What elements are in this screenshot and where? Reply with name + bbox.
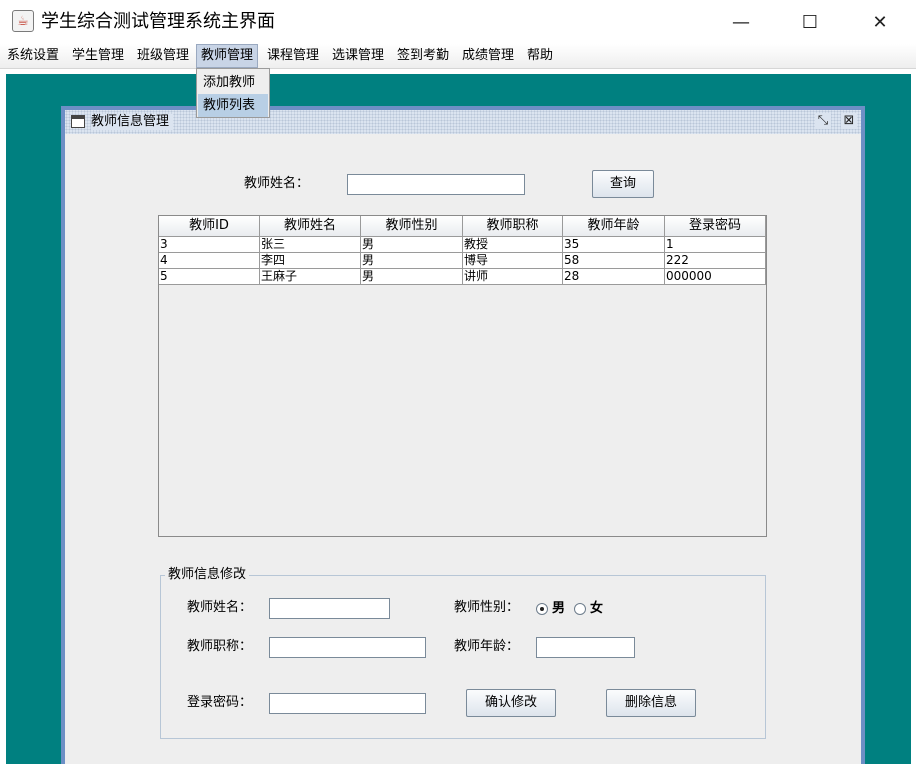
maximize-icon: ☐ [801, 11, 819, 33]
menu-grades[interactable]: 成绩管理 [458, 44, 518, 68]
menu-add-teacher[interactable]: 添加教师 [198, 71, 268, 94]
minimize-icon: — [732, 11, 750, 33]
menu-student-management[interactable]: 学生管理 [68, 44, 128, 68]
edit-name-label: 教师姓名： [187, 600, 253, 615]
edit-title-input[interactable] [269, 637, 426, 658]
frame-content: 教师姓名： 查询 教师ID 教师姓名 教师性别 教师职称 教师年龄 登录密码 3… [65, 134, 861, 764]
table-row[interactable]: 3 张三 男 教授 35 1 [159, 237, 766, 253]
table-cell[interactable]: 58 [563, 253, 665, 269]
teacher-info-frame: 教师信息管理 ⤡ ⊠ 教师姓名： 查询 教师ID 教师姓名 教师性别 教师职称 … [61, 106, 865, 764]
search-name-input[interactable] [347, 174, 525, 195]
table-cell[interactable]: 男 [361, 237, 463, 253]
column-header[interactable]: 教师姓名 [260, 216, 361, 237]
menu-teacher-management[interactable]: 教师管理 [196, 44, 259, 68]
frame-window-icon [71, 115, 85, 128]
window-title: 学生综合测试管理系统主界面 [41, 11, 275, 32]
minimize-button[interactable]: — [718, 0, 764, 44]
group-title: 教师信息修改 [165, 567, 250, 583]
menu-bar: 系统设置 学生管理 班级管理 教师管理 课程管理 选课管理 签到考勤 成绩管理 … [0, 44, 916, 69]
restore-icon: ⤡ [817, 113, 829, 128]
menu-help[interactable]: 帮助 [523, 44, 557, 68]
table-cell[interactable]: 张三 [260, 237, 361, 253]
frame-close-button[interactable]: ⊠ [841, 113, 857, 129]
menu-teacher-list[interactable]: 教师列表 [198, 94, 268, 117]
gender-male-radio[interactable] [536, 603, 548, 615]
edit-password-input[interactable] [269, 693, 426, 714]
table-cell[interactable]: 3 [159, 237, 260, 253]
table-cell[interactable]: 28 [563, 269, 665, 285]
table-cell[interactable]: 000000 [665, 269, 766, 285]
table-cell[interactable]: 李四 [260, 253, 361, 269]
edit-age-input[interactable] [536, 637, 635, 658]
gender-male-label[interactable]: 男 [552, 600, 565, 618]
menu-system-settings[interactable]: 系统设置 [3, 44, 63, 68]
edit-password-label: 登录密码： [187, 695, 253, 710]
table-row[interactable]: 5 王麻子 男 讲师 28 000000 [159, 269, 766, 285]
table-cell[interactable]: 讲师 [463, 269, 563, 285]
table-cell[interactable]: 1 [665, 237, 766, 253]
edit-name-input[interactable] [269, 598, 390, 619]
close-icon: ✕ [872, 11, 888, 33]
table-cell[interactable]: 男 [361, 269, 463, 285]
menu-attendance[interactable]: 签到考勤 [393, 44, 453, 68]
java-cup-icon: ☕ [12, 10, 34, 32]
search-button[interactable]: 查询 [592, 170, 654, 198]
table-row[interactable]: 4 李四 男 博导 58 222 [159, 253, 766, 269]
teacher-table[interactable]: 教师ID 教师姓名 教师性别 教师职称 教师年龄 登录密码 3 张三 男 教授 … [158, 215, 767, 537]
search-name-label: 教师姓名： [244, 176, 310, 191]
table-cell[interactable]: 博导 [463, 253, 563, 269]
menu-course-selection[interactable]: 选课管理 [328, 44, 388, 68]
gender-female-label[interactable]: 女 [590, 600, 603, 618]
frame-restore-button[interactable]: ⤡ [815, 113, 831, 129]
column-header[interactable]: 教师职称 [463, 216, 563, 237]
edit-gender-label: 教师性别： [454, 600, 520, 615]
column-header[interactable]: 登录密码 [665, 216, 766, 237]
teacher-edit-group: 教师信息修改 教师姓名： 教师性别： 男 女 教师职称： 教师年龄： 登录密码：… [160, 567, 766, 739]
menu-class-management[interactable]: 班级管理 [133, 44, 193, 68]
table-cell[interactable]: 男 [361, 253, 463, 269]
close-icon: ⊠ [843, 113, 855, 128]
delete-info-button[interactable]: 删除信息 [606, 689, 696, 717]
column-header[interactable]: 教师性别 [361, 216, 463, 237]
gender-female-radio[interactable] [574, 603, 586, 615]
table-header: 教师ID 教师姓名 教师性别 教师职称 教师年龄 登录密码 [159, 216, 766, 237]
table-cell[interactable]: 5 [159, 269, 260, 285]
table-cell[interactable]: 222 [665, 253, 766, 269]
edit-title-label: 教师职称： [187, 639, 253, 654]
table-cell[interactable]: 王麻子 [260, 269, 361, 285]
maximize-button[interactable]: ☐ [787, 0, 833, 44]
column-header[interactable]: 教师年龄 [563, 216, 665, 237]
edit-age-label: 教师年龄： [454, 639, 520, 654]
frame-title-bar[interactable]: 教师信息管理 ⤡ ⊠ [65, 110, 861, 134]
close-button[interactable]: ✕ [857, 0, 903, 44]
menu-course-management[interactable]: 课程管理 [263, 44, 323, 68]
teacher-dropdown-menu: 添加教师 教师列表 [196, 68, 270, 118]
title-bar: ☕ 学生综合测试管理系统主界面 — ☐ ✕ [0, 0, 916, 44]
table-cell[interactable]: 教授 [463, 237, 563, 253]
table-cell[interactable]: 4 [159, 253, 260, 269]
table-body: 3 张三 男 教授 35 1 4 李四 男 博导 58 222 5 王麻子 男 … [159, 237, 766, 285]
frame-title: 教师信息管理 [91, 114, 174, 130]
table-cell[interactable]: 35 [563, 237, 665, 253]
confirm-edit-button[interactable]: 确认修改 [466, 689, 556, 717]
column-header[interactable]: 教师ID [159, 216, 260, 237]
